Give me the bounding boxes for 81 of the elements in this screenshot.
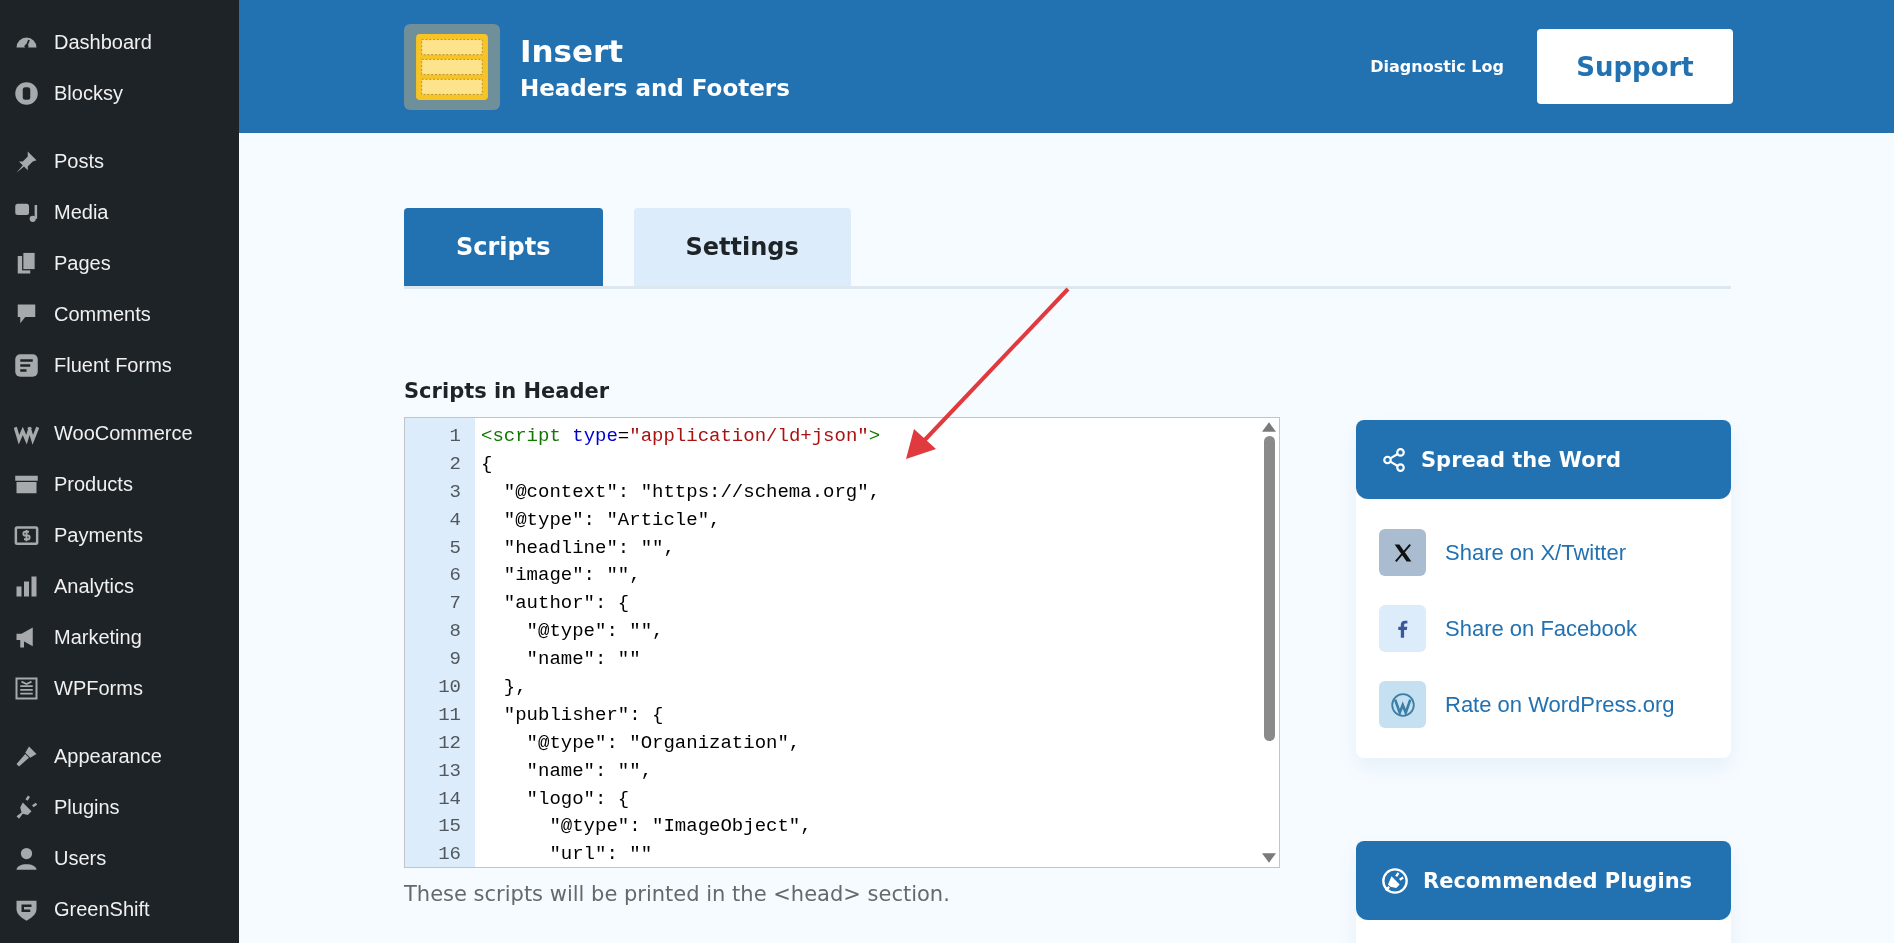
sidebar-item[interactable]: Users xyxy=(0,833,239,884)
code-blocks-logo-icon xyxy=(404,23,500,110)
sidebar-item[interactable]: GreenShift xyxy=(0,884,239,935)
plug-circle-icon xyxy=(1381,866,1409,895)
share-link[interactable]: Share on Facebook xyxy=(1379,605,1708,652)
bar-chart-icon xyxy=(14,574,39,599)
x-logo-icon xyxy=(1379,529,1426,576)
line-number: 13 xyxy=(437,758,462,784)
user-icon xyxy=(14,846,39,871)
code-line: "url": "" xyxy=(548,842,654,867)
code-line: "author": { xyxy=(502,591,631,617)
form-list-icon xyxy=(14,676,39,701)
line-number: 11 xyxy=(437,702,462,728)
code-line: "name": "", xyxy=(525,758,654,784)
code-line: { xyxy=(481,451,494,477)
line-number: 9 xyxy=(448,647,462,673)
plugin-subtitle: Headers and Footers xyxy=(520,74,790,101)
card-title: Spread the Word xyxy=(1421,447,1622,472)
sidebar-item[interactable]: Posts xyxy=(0,136,239,187)
code-line: }, xyxy=(502,675,528,700)
line-number: 10 xyxy=(437,675,462,700)
sidebar-item[interactable]: WPForms xyxy=(0,663,239,714)
tab[interactable]: Scripts xyxy=(404,208,603,286)
line-number: 12 xyxy=(437,730,462,756)
code-line: "logo": { xyxy=(525,786,631,812)
code-line: <script type="application/ld+json"> xyxy=(481,424,882,449)
scroll-down-icon[interactable] xyxy=(1262,853,1276,863)
plugin-title: Insert xyxy=(520,32,625,69)
line-number: 8 xyxy=(448,619,462,645)
plug-icon xyxy=(14,795,39,820)
card-title: Recommended Plugins xyxy=(1423,868,1693,893)
line-number: 6 xyxy=(448,563,462,589)
sidebar-item[interactable]: Dashboard xyxy=(0,17,239,68)
sidebar-item[interactable]: Appearance xyxy=(0,731,239,782)
sidebar-item[interactable]: Marketing xyxy=(0,612,239,663)
diagnostic-log-label: Diagnostic Log xyxy=(1370,57,1504,76)
line-number: 15 xyxy=(437,814,462,840)
code-line: "@type": "Article", xyxy=(502,507,722,533)
sidebar-item[interactable]: Analytics xyxy=(0,561,239,612)
sidebar-item[interactable]: WooCommerce xyxy=(0,408,239,459)
code-editor[interactable] xyxy=(404,417,1280,868)
line-number: 2 xyxy=(448,451,462,477)
form-lines-icon xyxy=(14,353,39,378)
share-link[interactable]: Share on X/Twitter xyxy=(1379,529,1708,576)
line-number: 5 xyxy=(448,535,462,561)
sidebar-item[interactable]: Plugins xyxy=(0,782,239,833)
support-button[interactable]: Support xyxy=(1537,29,1733,104)
share-icon xyxy=(1381,446,1407,473)
share-link[interactable]: Rate on WordPress.org xyxy=(1379,681,1708,728)
code-line: "headline": "", xyxy=(502,535,676,561)
scrollbar-thumb[interactable] xyxy=(1263,436,1275,741)
dollar-card-icon xyxy=(14,523,39,548)
wordpress-logo-icon xyxy=(1379,681,1426,728)
tab[interactable]: Settings xyxy=(633,208,851,286)
scroll-up-icon[interactable] xyxy=(1262,422,1276,432)
round-logo-icon xyxy=(14,81,39,106)
line-number: 14 xyxy=(437,786,462,812)
code-line: "publisher": { xyxy=(502,702,665,728)
code-line: "@type": "ImageObject", xyxy=(548,814,813,840)
sidebar-item[interactable]: Comments xyxy=(0,289,239,340)
code-line: "@type": "Organization", xyxy=(525,730,802,756)
description-text: These scripts will be printed in the <head> section. xyxy=(404,882,951,906)
line-number: 16 xyxy=(437,842,462,867)
code-line: "@type": "", xyxy=(525,619,665,645)
line-number: 3 xyxy=(448,479,462,505)
sidebar-item[interactable]: Payments xyxy=(0,510,239,561)
line-number: 7 xyxy=(448,591,462,617)
code-line: "name": "" xyxy=(525,647,642,673)
sidebar-item[interactable]: Blocksy xyxy=(0,68,239,119)
sidebar-item[interactable]: Fluent Forms xyxy=(0,340,239,391)
code-line: "image": "", xyxy=(502,563,642,589)
section-heading: Scripts in Header xyxy=(404,379,611,403)
facebook-logo-icon xyxy=(1379,605,1426,652)
line-number: 1 xyxy=(448,424,462,449)
log-link[interactable]: Log xyxy=(1471,57,1504,76)
line-number: 4 xyxy=(448,507,462,533)
code-line: "@context": "https://schema.org", xyxy=(502,479,882,505)
paintbrush-icon xyxy=(14,744,39,769)
sidebar-item[interactable]: Media xyxy=(0,187,239,238)
sidebar-item[interactable]: Pages xyxy=(0,238,239,289)
sidebar-item[interactable]: Products xyxy=(0,459,239,510)
